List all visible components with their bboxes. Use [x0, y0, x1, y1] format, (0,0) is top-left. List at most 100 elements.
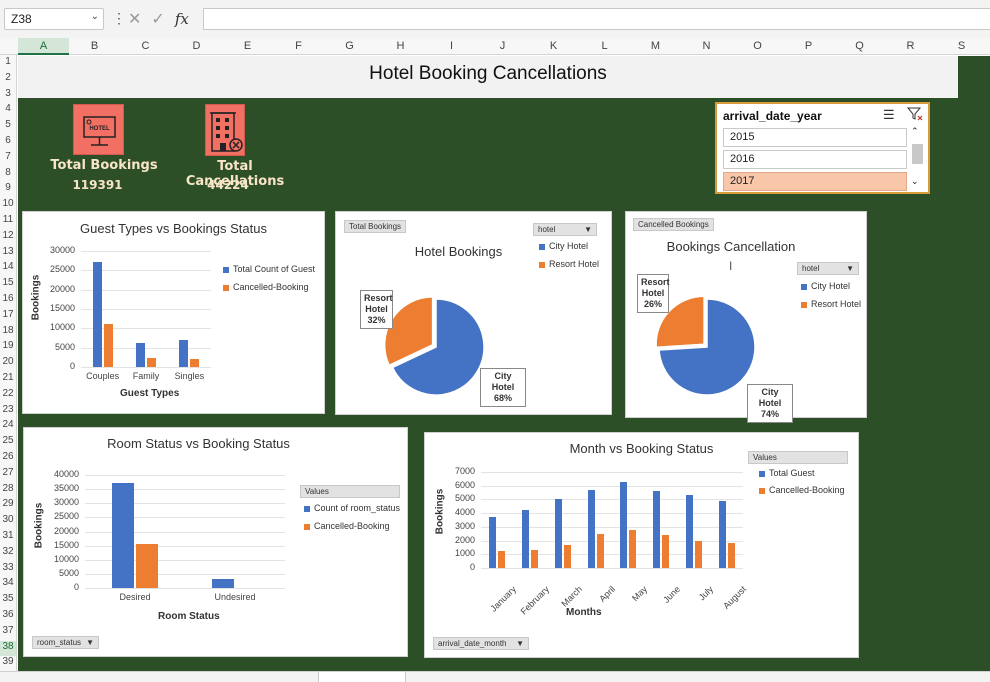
column-header-r[interactable]: R — [885, 38, 936, 55]
more-options-icon[interactable]: ⋮ — [112, 10, 126, 27]
row-header-23[interactable]: 23 — [0, 404, 16, 419]
column-header-q[interactable]: Q — [834, 38, 885, 55]
chevron-up-icon[interactable]: ⌃ — [911, 126, 919, 137]
row-header-22[interactable]: 22 — [0, 388, 16, 403]
row-header-6[interactable]: 6 — [0, 135, 16, 150]
row-header-26[interactable]: 26 — [0, 451, 16, 466]
row-header-2[interactable]: 2 — [0, 72, 16, 87]
column-header-e[interactable]: E — [222, 38, 273, 55]
room-status-field-dropdown[interactable]: room_status ▼ — [32, 636, 99, 649]
row-header-5[interactable]: 5 — [0, 119, 16, 134]
bar-desired-total[interactable] — [112, 483, 134, 588]
bar-march-cancelled[interactable] — [563, 544, 571, 568]
column-header-h[interactable]: H — [375, 38, 426, 55]
column-header-f[interactable]: F — [273, 38, 324, 55]
row-header-34[interactable]: 34 — [0, 577, 16, 592]
bar-july-cancelled[interactable] — [694, 540, 702, 568]
room-status-chart[interactable]: Room Status vs Booking Status 40000 35000… — [23, 427, 408, 657]
row-header-33[interactable]: 33 — [0, 562, 16, 577]
column-header-c[interactable]: C — [120, 38, 171, 55]
bar-family-cancelled[interactable] — [147, 357, 156, 367]
column-header-n[interactable]: N — [681, 38, 732, 55]
month-chart[interactable]: Month vs Booking Status 7000 6000 5000 4000… — [424, 432, 859, 658]
row-header-14[interactable]: 14 — [0, 261, 16, 276]
insert-function-icon[interactable]: fx — [175, 10, 189, 28]
row-header-20[interactable]: 20 — [0, 356, 16, 371]
row-header-17[interactable]: 17 — [0, 309, 16, 324]
column-header-l[interactable]: L — [579, 38, 630, 55]
row-header-7[interactable]: 7 — [0, 151, 16, 166]
row-header-15[interactable]: 15 — [0, 277, 16, 292]
hotel-bookings-chart[interactable]: Total Bookings hotel ▼ City Hotel Resort … — [335, 211, 612, 415]
bar-february-cancelled[interactable] — [531, 550, 539, 568]
formula-input[interactable] — [203, 8, 990, 30]
row-header-11[interactable]: 11 — [0, 214, 16, 229]
row-header-30[interactable]: 30 — [0, 514, 16, 529]
chevron-down-icon[interactable]: ⌄ — [91, 11, 99, 22]
row-header-3[interactable]: 3 — [0, 88, 16, 103]
bar-couples-cancelled[interactable] — [103, 324, 113, 367]
total-bookings-field-button[interactable]: Total Bookings — [344, 220, 407, 233]
year-slicer[interactable]: arrival_date_year ☰ 2015 2016 2017 ⌃ ⌄ — [715, 102, 930, 194]
row-header-21[interactable]: 21 — [0, 372, 16, 387]
bar-april-total[interactable] — [587, 489, 595, 568]
row-header-29[interactable]: 29 — [0, 498, 16, 513]
row-header-16[interactable]: 16 — [0, 293, 16, 308]
row-header-13[interactable]: 13 — [0, 246, 16, 261]
row-header-27[interactable]: 27 — [0, 467, 16, 482]
column-header-d[interactable]: D — [171, 38, 222, 55]
row-header-12[interactable]: 12 — [0, 230, 16, 245]
active-sheet-tab[interactable] — [318, 672, 406, 682]
row-header-18[interactable]: 18 — [0, 325, 16, 340]
row-header-10[interactable]: 10 — [0, 198, 16, 213]
cancellation-chart[interactable]: Cancelled Bookings Bookings Cancellation… — [625, 211, 867, 423]
bar-family-total[interactable] — [136, 343, 145, 367]
bar-desired-cancelled[interactable] — [136, 544, 158, 588]
row-header-38[interactable]: 38 — [0, 640, 16, 656]
slicer-scrollbar[interactable]: ⌃ ⌄ — [910, 126, 924, 190]
bar-august-cancelled[interactable] — [727, 543, 735, 568]
row-header-4[interactable]: 4 — [0, 103, 16, 118]
slicer-item-2016[interactable]: 2016 — [723, 150, 907, 169]
row-header-1[interactable]: 1 — [0, 56, 16, 71]
bar-june-total[interactable] — [653, 491, 661, 568]
bar-february-total[interactable] — [522, 510, 530, 568]
row-header-19[interactable]: 19 — [0, 340, 16, 355]
scrollbar-thumb[interactable] — [912, 144, 923, 164]
multi-select-icon[interactable]: ☰ — [883, 107, 895, 123]
row-header-8[interactable]: 8 — [0, 167, 16, 182]
bar-may-cancelled[interactable] — [629, 529, 637, 568]
bar-january-cancelled[interactable] — [498, 550, 506, 568]
column-header-s[interactable]: S — [936, 38, 987, 55]
bar-january-total[interactable] — [489, 517, 497, 568]
bar-august-total[interactable] — [718, 500, 726, 568]
row-header-9[interactable]: 9 — [0, 182, 16, 197]
row-header-36[interactable]: 36 — [0, 609, 16, 624]
column-header-p[interactable]: P — [783, 38, 834, 55]
column-header-a[interactable]: A — [18, 38, 69, 55]
column-header-j[interactable]: J — [477, 38, 528, 55]
bar-april-cancelled[interactable] — [596, 533, 604, 568]
bar-singles-cancelled[interactable] — [190, 359, 200, 367]
guest-types-chart[interactable]: Guest Types vs Bookings Status 30000 2500… — [22, 211, 325, 414]
bar-may-total[interactable] — [620, 481, 628, 568]
column-header-m[interactable]: M — [630, 38, 681, 55]
row-header-32[interactable]: 32 — [0, 546, 16, 561]
bar-june-cancelled[interactable] — [662, 535, 670, 568]
hotel-filter-dropdown[interactable]: hotel ▼ — [797, 262, 859, 275]
slicer-item-2015[interactable]: 2015 — [723, 128, 907, 147]
bar-undesired-total[interactable] — [212, 578, 234, 588]
row-header-35[interactable]: 35 — [0, 593, 16, 608]
cancelled-bookings-field-button[interactable]: Cancelled Bookings — [633, 218, 714, 231]
row-header-31[interactable]: 31 — [0, 530, 16, 545]
hotel-filter-dropdown[interactable]: hotel ▼ — [533, 223, 597, 236]
slicer-item-2017[interactable]: 2017 — [723, 172, 907, 191]
cancel-icon[interactable]: ✕ — [128, 9, 141, 29]
arrival-month-field-dropdown[interactable]: arrival_date_month ▼ — [433, 637, 529, 650]
bar-couples-total[interactable] — [92, 262, 102, 367]
row-header-24[interactable]: 24 — [0, 419, 16, 434]
column-header-b[interactable]: B — [69, 38, 120, 55]
column-header-i[interactable]: I — [426, 38, 477, 55]
column-header-k[interactable]: K — [528, 38, 579, 55]
column-header-o[interactable]: O — [732, 38, 783, 55]
